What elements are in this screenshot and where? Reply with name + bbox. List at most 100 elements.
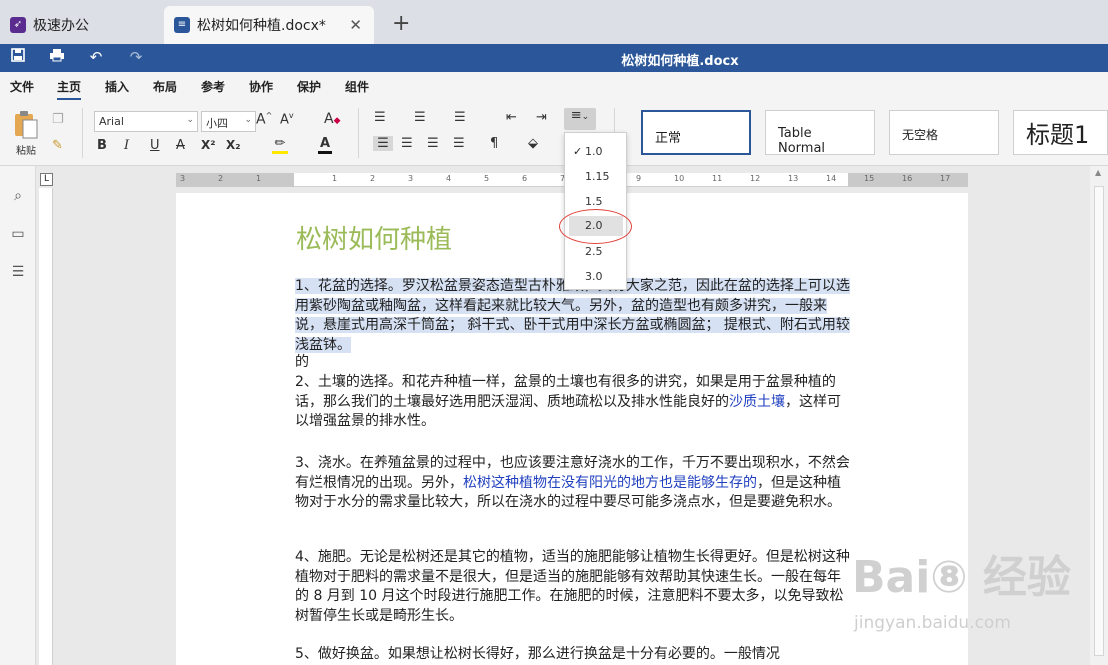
paragraph-3: 3、浇水。在养殖盆景的过程中，也应该要注意好浇水的工作，千万不要出现积水，不然会… — [295, 454, 850, 513]
ruler-mark: 6 — [522, 174, 528, 183]
ruler-mark: 10 — [674, 174, 685, 183]
ruler-mark: 14 — [826, 174, 837, 183]
shading-icon[interactable]: ⬙ — [528, 136, 538, 151]
checkmark-icon: ✓ — [573, 145, 583, 158]
paragraph-3-link[interactable]: 松树这种植物在没有阳光的地方也是能够生存的 — [463, 475, 757, 491]
style-no-spacing[interactable]: 无空格 — [889, 110, 999, 155]
ruler-mark: 5 — [484, 174, 490, 183]
highlight-color-icon[interactable]: ✏ — [272, 136, 288, 154]
style-table-normal[interactable]: Table Normal — [765, 110, 875, 156]
strikethrough-button[interactable]: A — [176, 138, 185, 153]
paste-label: 粘贴 — [16, 146, 36, 157]
ruler-mark: 16 — [902, 174, 913, 183]
ruler-mark: 9 — [636, 174, 642, 183]
ruler-mark: 3 — [408, 174, 414, 183]
rocket-icon: ➶ — [10, 17, 26, 33]
menu-insert[interactable]: 插入 — [105, 78, 129, 95]
menu-home[interactable]: 主页 — [57, 78, 82, 100]
navigation-icon[interactable]: ☰ — [8, 264, 28, 284]
chevron-down-icon: ⌄ — [244, 115, 252, 125]
bullet-list-icon[interactable]: ☰ — [374, 110, 386, 125]
left-sidebar: ⌕ ▭ ☰ — [0, 166, 36, 665]
copy-icon[interactable]: ❐ — [52, 112, 64, 127]
paragraph-4: 4、施肥。无论是松树还是其它的植物，适当的施肥能够让植物生长得更好。但是松树这种… — [295, 549, 850, 624]
line-spacing-option-1.15[interactable]: 1.15 — [585, 170, 610, 183]
increase-indent-icon[interactable]: ⇥ — [536, 110, 547, 125]
vertical-scrollbar[interactable]: ▲ — [1090, 166, 1108, 665]
ruler-mark: 2 — [218, 174, 224, 183]
line-spacing-button[interactable]: ≡⌄ — [564, 108, 596, 130]
decrease-indent-icon[interactable]: ⇤ — [506, 110, 517, 125]
document-icon: ≡ — [174, 17, 190, 33]
increase-font-icon[interactable]: A^ — [256, 111, 272, 128]
format-painter-icon[interactable]: ✎ — [52, 138, 63, 153]
new-tab-button[interactable]: + — [392, 11, 410, 36]
search-icon[interactable]: ⌕ — [8, 188, 28, 208]
tab-stop-selector[interactable]: L — [40, 173, 53, 186]
vertical-ruler[interactable] — [39, 188, 53, 665]
tab-app-home[interactable]: ➶ 极速办公 — [0, 6, 160, 44]
title-bar: ↶ ↷ 松树如何种植.docx — [0, 44, 1108, 72]
scroll-up-icon[interactable]: ▲ — [1095, 168, 1101, 177]
tab-document[interactable]: ≡ 松树如何种植.docx* ✕ — [164, 6, 374, 44]
underline-button[interactable]: U — [150, 138, 160, 153]
subscript-button[interactable]: X₂ — [226, 138, 241, 152]
ruler-mark: 2 — [370, 174, 376, 183]
line-spacing-option-3.0[interactable]: 3.0 — [585, 270, 603, 283]
decrease-font-icon[interactable]: Av — [280, 111, 294, 127]
ruler-mark: 3 — [180, 174, 186, 183]
menu-references[interactable]: 参考 — [201, 78, 225, 95]
ruler-mark: 4 — [446, 174, 452, 183]
multilevel-list-icon[interactable]: ☰ — [454, 110, 466, 125]
menu-collaborate[interactable]: 协作 — [249, 78, 273, 95]
line-spacing-option-2.5[interactable]: 2.5 — [585, 245, 603, 258]
ruler-mark: 13 — [788, 174, 799, 183]
bold-button[interactable]: B — [97, 138, 107, 153]
font-size-select[interactable]: 小四 ⌄ — [201, 111, 256, 132]
superscript-button[interactable]: X² — [201, 138, 216, 152]
main-menu: 文件 主页 插入 布局 参考 协作 保护 组件 — [0, 72, 1108, 100]
line-spacing-option-1.0[interactable]: 1.0 — [585, 145, 603, 158]
home-ribbon: 粘贴 ❐ ✎ Arial ⌄ 小四 ⌄ A^ Av A◆ B I U A X² X₂… — [0, 100, 1108, 166]
style-heading-1[interactable]: 标题1 — [1013, 110, 1108, 155]
annotation-circle — [559, 209, 632, 244]
menu-plugins[interactable]: 组件 — [345, 78, 369, 95]
paragraph-2-link[interactable]: 沙质土壤 — [729, 394, 785, 410]
scrollbar-thumb[interactable] — [1094, 186, 1104, 656]
watermark-url: jingyan.baidu.com — [854, 613, 1011, 633]
align-center-button[interactable]: ☰ — [401, 136, 413, 151]
watermark-logo: Bai⑧ 经验 — [852, 552, 1071, 603]
browser-tab-bar: ➶ 极速办公 ≡ 松树如何种植.docx* ✕ + — [0, 0, 1108, 44]
menu-protect[interactable]: 保护 — [297, 78, 321, 95]
paragraph-mark-icon[interactable]: ¶ — [490, 136, 498, 151]
ruler-mark: 12 — [750, 174, 761, 183]
clear-format-icon[interactable]: A◆ — [324, 111, 341, 127]
font-name-value: Arial — [99, 115, 124, 128]
justify-button[interactable]: ☰ — [453, 136, 465, 151]
comment-icon[interactable]: ▭ — [8, 226, 28, 246]
tab-app-home-label: 极速办公 — [33, 18, 89, 34]
align-right-button[interactable]: ☰ — [427, 136, 439, 151]
document-heading: 松树如何种植 — [296, 225, 453, 255]
close-icon[interactable]: ✕ — [349, 16, 362, 34]
italic-button[interactable]: I — [124, 138, 129, 153]
chevron-down-icon: ⌄ — [186, 115, 194, 125]
document-title: 松树如何种植.docx — [621, 54, 739, 69]
menu-file[interactable]: 文件 — [10, 78, 34, 95]
ruler-mark: 17 — [940, 174, 951, 183]
align-left-button[interactable]: ☰ — [373, 136, 393, 151]
style-normal[interactable]: 正常 — [641, 110, 751, 155]
tab-document-label: 松树如何种植.docx* — [197, 18, 326, 34]
menu-layout[interactable]: 布局 — [153, 78, 177, 95]
font-color-icon[interactable]: A — [318, 136, 332, 154]
ruler-mark: 15 — [864, 174, 875, 183]
line-spacing-option-1.5[interactable]: 1.5 — [585, 195, 603, 208]
font-name-select[interactable]: Arial ⌄ — [94, 111, 198, 132]
ruler-mark: 11 — [712, 174, 723, 183]
paragraph-2: 2、土壤的选择。和花卉种植一样，盆景的土壤也有很多的讲究，如果是用于盆景种植的话… — [295, 373, 850, 432]
paragraph-5: 5、做好换盆。如果想让松树长得好，那么进行换盆是十分有必要的。一般情况 — [295, 646, 780, 662]
paste-button[interactable]: 粘贴 — [10, 110, 42, 157]
numbered-list-icon[interactable]: ☰ — [414, 110, 426, 125]
ruler-mark: 1 — [332, 174, 338, 183]
clipboard-icon — [15, 111, 38, 139]
